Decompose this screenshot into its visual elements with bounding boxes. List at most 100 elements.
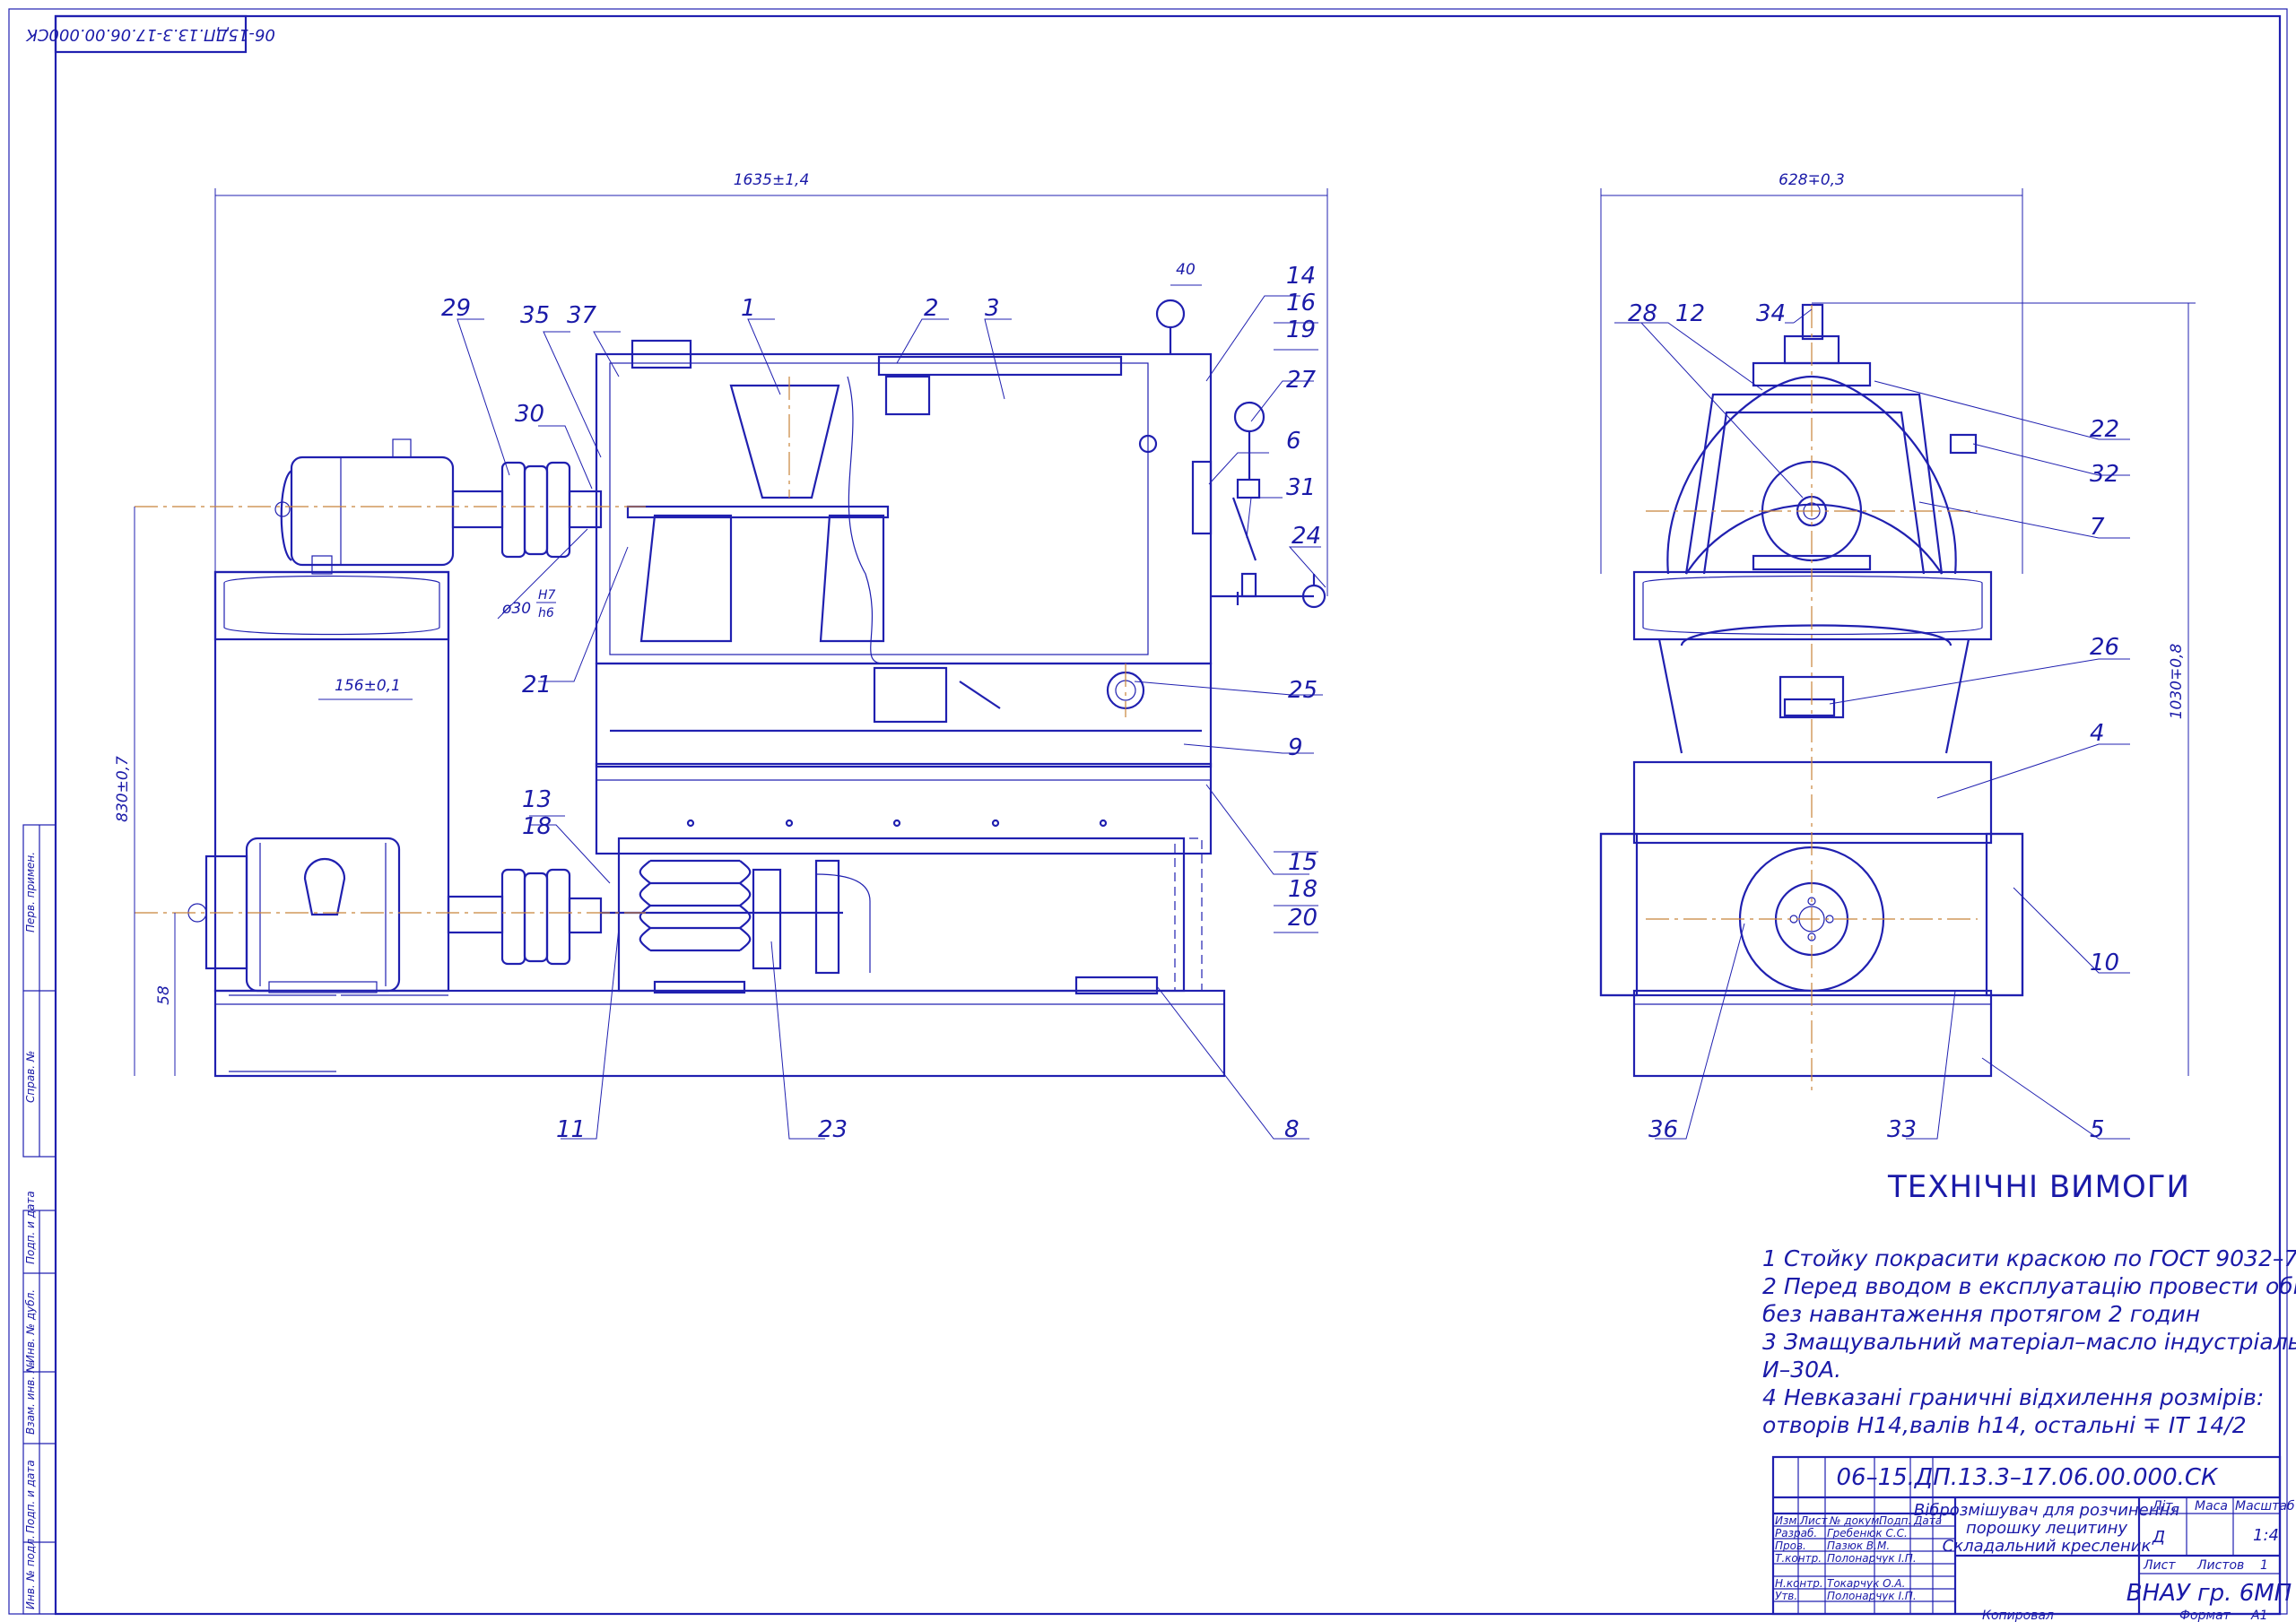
stamp-label: Инв. № подл.	[24, 1535, 37, 1609]
callout: 12	[1675, 300, 1705, 327]
title-line: Віброзмішувач для розчинення	[1914, 1501, 2179, 1520]
dim-height-right: 1030∓0,8	[2168, 644, 2186, 720]
callout: 26	[2090, 634, 2119, 661]
callout: 10	[2090, 950, 2119, 976]
tech-req-line: 4 Невказані граничні відхилення розмірів…	[1762, 1384, 2264, 1410]
tb-name: Полонарчук І.П.	[1827, 1552, 1917, 1565]
title-block: 06–15.ДП.13.3–17.06.00.000.СК Изм. Лист …	[1771, 1455, 2295, 1616]
tech-req-line: И–30А.	[1762, 1357, 1841, 1383]
tb-scale-value: 1:4	[2253, 1526, 2279, 1545]
format-value: А1	[2250, 1609, 2267, 1622]
tb-name: Пазюк В.М.	[1827, 1540, 1890, 1552]
front-view: 1635±1,4 830±0,7 58 156±0,1 40 ø30 H7 h6	[114, 171, 1328, 1140]
dim-overall-width: 628∓0,3	[1779, 171, 1845, 189]
tb-name: Токарчук О.А.	[1827, 1577, 1905, 1590]
callout: 37	[567, 302, 597, 329]
stamp-label: Подп. и дата	[24, 1460, 37, 1533]
dim-shaft-offset: 156±0,1	[335, 677, 401, 695]
dim-overall-length: 1635±1,4	[734, 171, 810, 189]
callout: 28	[1628, 300, 1657, 327]
callout: 33	[1887, 1116, 1917, 1143]
tb-role: Утв.	[1775, 1590, 1797, 1602]
callout: 35	[520, 302, 550, 329]
front-callouts: 29 35 37 1 2 3 14 16 19 27 6 31 24 30 21…	[441, 263, 1321, 1143]
callout: 36	[1648, 1116, 1678, 1143]
callout: 27	[1286, 367, 1317, 394]
callout: 19	[1286, 317, 1316, 343]
tb-org: ВНАУ гр. 6МП	[2126, 1580, 2292, 1607]
mixing-tank	[595, 339, 1213, 855]
tb-sheets-label: Листов	[2196, 1558, 2244, 1573]
callout: 11	[556, 1116, 586, 1143]
callout: 4	[2090, 720, 2105, 747]
tb-header: Изм.	[1775, 1514, 1800, 1527]
callout: 7	[2090, 514, 2105, 541]
callout: 5	[2090, 1116, 2105, 1143]
tb-name: Полонарчук І.П.	[1827, 1590, 1917, 1602]
stamp-label: Инв. № дубл.	[24, 1289, 37, 1363]
technical-requirements: ТЕХНІЧНІ ВИМОГИ 1 Стойку покрасити краск…	[1762, 1169, 2296, 1438]
tb-role: Н.контр.	[1775, 1577, 1823, 1590]
rotated-code-text: 06-15ДП.13.3-17.06.00.000СК	[25, 25, 275, 44]
callout: 21	[522, 672, 552, 698]
lower-coupling	[447, 868, 603, 966]
callout: 6	[1286, 428, 1301, 455]
tech-req-line: 1 Стойку покрасити краскою по ГОСТ 9032–…	[1762, 1245, 2296, 1271]
tb-col-mass: Маса	[2195, 1499, 2228, 1514]
doc-code: 06–15.ДП.13.3–17.06.00.000.СК	[1836, 1464, 2219, 1491]
tb-sheet-label: Лист	[2143, 1558, 2176, 1573]
tech-req-line: отворів Н14,валів h14, остальні ∓ IT 14/…	[1762, 1412, 2247, 1438]
title-line: Складальний кресленик	[1943, 1537, 2152, 1556]
tech-req-line: без навантаження протягом 2 годин	[1762, 1301, 2200, 1327]
stamp-label: Взам. инв. №	[24, 1362, 37, 1435]
title-line: порошку лецитину	[1966, 1519, 2127, 1538]
upper-motor	[274, 438, 504, 575]
sheet-outer-border	[8, 8, 2288, 1615]
callout: 34	[1756, 300, 1786, 327]
dim-base-height: 58	[155, 985, 173, 1005]
callout: 18	[522, 813, 552, 840]
tb-role: Разраб.	[1775, 1527, 1817, 1540]
tb-sheets-value: 1	[2260, 1558, 2268, 1573]
callout: 1	[741, 295, 756, 322]
callout: 32	[2090, 461, 2119, 488]
tb-lit-value: Д	[2152, 1528, 2165, 1547]
stamp-label: Справ. №	[24, 1051, 37, 1103]
assembly-drawing-sheet: 06-15ДП.13.3-17.06.00.000СК Перв. примен…	[8, 8, 2296, 1622]
tb-name: Гребенюк С.С.	[1827, 1527, 1908, 1540]
tb-role: Пров.	[1775, 1540, 1806, 1552]
left-side-stamp: Перв. примен. Справ. № Подп. и дата Инв.…	[22, 824, 57, 1615]
callout: 13	[522, 786, 552, 813]
callout: 31	[1286, 474, 1316, 501]
sheet-inner-frame	[54, 14, 2282, 1616]
base-frame	[213, 989, 1226, 1078]
callout: 25	[1288, 677, 1318, 704]
copied-label: Копировал	[1982, 1609, 2054, 1622]
spring-housing	[601, 837, 1203, 995]
tb-header: Подп.	[1879, 1514, 1911, 1527]
callout: 29	[441, 295, 471, 322]
callout: 15	[1288, 849, 1318, 876]
callout: 16	[1286, 290, 1316, 317]
callout: 9	[1288, 734, 1303, 761]
callout: 23	[818, 1116, 848, 1143]
callout: 18	[1288, 876, 1318, 903]
tb-col-lit: Літ.	[2152, 1499, 2177, 1514]
tb-header: № докум.	[1829, 1514, 1883, 1527]
callout: 3	[985, 295, 1000, 322]
format-label: Формат	[2179, 1609, 2231, 1622]
tech-req-heading: ТЕХНІЧНІ ВИМОГИ	[1887, 1169, 2190, 1205]
callout: 8	[1284, 1116, 1300, 1143]
dim-height-left: 830±0,7	[114, 756, 132, 822]
bore-fit-top: H7	[538, 588, 556, 603]
tech-req-line: 2 Перед вводом в експлуатацію провести о…	[1762, 1273, 2296, 1299]
callout: 20	[1288, 905, 1318, 932]
callout: 22	[2090, 416, 2119, 443]
tb-col-scale: Масштаб	[2235, 1499, 2295, 1514]
callout: 30	[515, 401, 544, 428]
callout: 24	[1292, 523, 1321, 550]
bore-fit-bottom: h6	[538, 606, 554, 620]
stamp-label: Перв. примен.	[24, 852, 37, 932]
upper-coupling	[500, 461, 603, 559]
bore-fit-annotation: ø30 H7 h6	[497, 528, 588, 620]
